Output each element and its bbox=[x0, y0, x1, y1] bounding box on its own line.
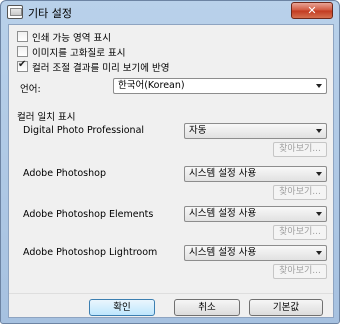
dialog-body: 인쇄 가능 영역 표시 이미지를 고화질로 표시 컬러 조절 결과를 미리 보기… bbox=[8, 24, 334, 318]
ok-button[interactable]: 확인 bbox=[89, 299, 155, 316]
chevron-down-icon bbox=[316, 129, 322, 133]
close-icon: ✕ bbox=[307, 4, 317, 17]
select-value: 시스템 설정 사용 bbox=[189, 168, 257, 179]
browse-button-lightroom[interactable]: 찾아보기... bbox=[273, 264, 327, 279]
browse-button-dpp[interactable]: 찾아보기... bbox=[273, 142, 327, 157]
option-color-preview[interactable]: 컬러 조절 결과를 미리 보기에 반영 bbox=[17, 59, 170, 74]
default-button[interactable]: 기본값 bbox=[249, 299, 323, 316]
color-select-photoshop-elements[interactable]: 시스템 설정 사용 bbox=[184, 206, 327, 222]
checkbox-high-quality[interactable] bbox=[17, 45, 28, 57]
language-select[interactable]: 한국어(Korean) bbox=[113, 78, 327, 94]
color-match-heading: 컬러 일치 표시 bbox=[17, 112, 76, 123]
option-print-area[interactable]: 인쇄 가능 영역 표시 bbox=[17, 30, 111, 44]
browse-button-photoshop[interactable]: 찾아보기... bbox=[273, 185, 327, 200]
title-bar: 기타 설정 ✕ bbox=[1, 1, 339, 23]
window-title: 기타 설정 bbox=[28, 7, 72, 20]
color-select-dpp[interactable]: 자동 bbox=[184, 123, 327, 139]
color-select-lightroom[interactable]: 시스템 설정 사용 bbox=[184, 245, 327, 261]
select-value: 자동 bbox=[189, 125, 207, 136]
app-name-photoshop-elements: Adobe Photoshop Elements bbox=[23, 209, 154, 220]
app-icon bbox=[7, 5, 23, 19]
app-name-lightroom: Adobe Photoshop Lightroom bbox=[23, 247, 158, 258]
footer-divider bbox=[9, 293, 333, 294]
language-label: 언어: bbox=[20, 84, 41, 95]
language-value: 한국어(Korean) bbox=[118, 80, 185, 91]
app-name-dpp: Digital Photo Professional bbox=[23, 125, 145, 136]
option-label: 이미지를 고화질로 표시 bbox=[32, 48, 126, 59]
app-name-photoshop: Adobe Photoshop bbox=[23, 168, 106, 179]
checkbox-print-area[interactable] bbox=[17, 30, 28, 42]
close-button[interactable]: ✕ bbox=[291, 2, 333, 19]
browse-button-photoshop-elements[interactable]: 찾아보기... bbox=[273, 225, 327, 240]
checkbox-color-preview[interactable] bbox=[17, 59, 28, 72]
option-label: 인쇄 가능 영역 표시 bbox=[32, 33, 111, 44]
settings-dialog: 기타 설정 ✕ 인쇄 가능 영역 표시 이미지를 고화질로 표시 컬러 조절 결… bbox=[0, 0, 340, 324]
option-high-quality[interactable]: 이미지를 고화질로 표시 bbox=[17, 45, 125, 59]
select-value: 시스템 설정 사용 bbox=[189, 208, 257, 219]
color-select-photoshop[interactable]: 시스템 설정 사용 bbox=[184, 166, 327, 182]
chevron-down-icon bbox=[316, 251, 322, 255]
option-label: 컬러 조절 결과를 미리 보기에 반영 bbox=[32, 63, 170, 74]
chevron-down-icon bbox=[316, 172, 322, 176]
chevron-down-icon bbox=[316, 212, 322, 216]
chevron-down-icon bbox=[316, 84, 322, 88]
cancel-button[interactable]: 취소 bbox=[174, 299, 240, 316]
select-value: 시스템 설정 사용 bbox=[189, 247, 257, 258]
